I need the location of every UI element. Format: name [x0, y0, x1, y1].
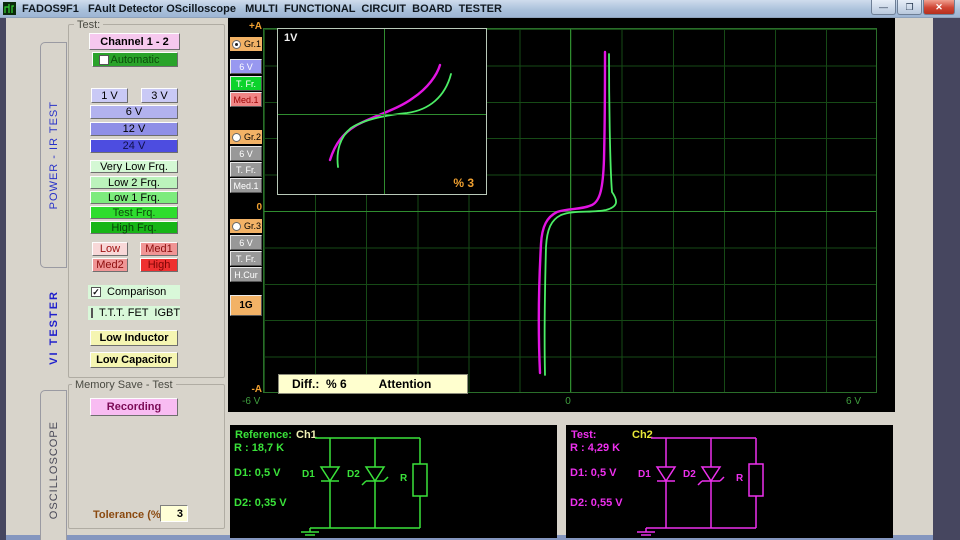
comparison-checkbox-icon[interactable]: ✓ [91, 287, 101, 297]
channel-1-2-button[interactable]: Channel 1 - 2 [89, 33, 180, 50]
tab-power-ir-test[interactable]: POWER - IR TEST [40, 42, 67, 268]
close-button[interactable]: ✕ [923, 0, 955, 15]
test-circuit-diagram [566, 425, 893, 538]
app-icon [3, 2, 16, 15]
test-circuit-panel: Test: Ch2 R : 4,29 K D1: 0,5 V D2: 0,55 … [566, 425, 893, 538]
low-capacitor-button[interactable]: Low Capacitor [90, 352, 178, 368]
group2-voltage-button[interactable]: 6 V [230, 146, 262, 161]
tolerance-label: Tolerance (%) [93, 509, 164, 521]
radio-icon [232, 40, 241, 49]
comparison-label: Comparison [107, 286, 166, 298]
current-med1-button[interactable]: Med1 [140, 242, 178, 256]
x-label-minus6v: -6 V [242, 396, 260, 407]
tolerance-input[interactable] [160, 505, 188, 522]
automatic-button[interactable]: Automatic [92, 52, 178, 67]
inset-reference-curve [338, 74, 451, 167]
scope-inset-window: 1V % 3 [277, 28, 487, 195]
x-label-6v: 6 V [846, 396, 861, 407]
ttt-label: T.T.T. FET IGBT [99, 307, 180, 319]
tab-oscilloscope[interactable]: OSCILLOSCOPE [40, 390, 67, 540]
freq-low2-button[interactable]: Low 2 Frq. [90, 176, 178, 189]
test-d2-label: D2 [683, 469, 696, 480]
current-med2-button[interactable]: Med2 [92, 258, 128, 272]
inset-curves [278, 29, 486, 194]
group3-voltage-button[interactable]: 6 V [230, 235, 262, 250]
group1-label: Gr.1 [244, 39, 261, 49]
radio-icon [232, 222, 241, 231]
voltage-12v-button[interactable]: 12 V [90, 122, 178, 136]
desktop-right-strip [933, 18, 960, 540]
group2-freq-button[interactable]: T. Fr. [230, 162, 262, 177]
group1-radio[interactable]: Gr.1 [230, 37, 262, 51]
inset-test-curve [330, 65, 440, 160]
group3-current-button[interactable]: H.Cur [230, 267, 262, 282]
minimize-button[interactable]: — [871, 0, 896, 15]
voltage-3v-button[interactable]: 3 V [141, 88, 178, 103]
scope-y-axis-line [264, 211, 876, 212]
comparison-row[interactable]: ✓ Comparison [88, 285, 180, 299]
test-groupbox-label: Test: [74, 19, 103, 31]
freq-high-button[interactable]: High Frq. [90, 221, 178, 234]
app-body: POWER - IR TEST VI TESTER OSCILLOSCOPE T… [6, 18, 933, 535]
current-low-button[interactable]: Low [92, 242, 128, 256]
freq-test-button[interactable]: Test Frq. [90, 206, 178, 219]
inset-x-axis-line [384, 29, 385, 194]
voltage-6v-button[interactable]: 6 V [90, 105, 178, 119]
freq-low1-button[interactable]: Low 1 Frq. [90, 191, 178, 204]
diff-value: Diff.: % 6 [292, 377, 347, 391]
reference-r-label: R [400, 473, 407, 484]
y-label-zero: 0 [236, 202, 262, 213]
reference-d2-label: D2 [347, 469, 360, 480]
radio-icon [232, 133, 241, 142]
diff-status: Attention [379, 377, 432, 391]
tab-oscilloscope-label: OSCILLOSCOPE [48, 421, 60, 519]
app-window: FADOS9F1 FAult Detector OScilloscope MUL… [0, 0, 960, 540]
inset-y-axis-line [278, 114, 486, 115]
test-d1-label: D1 [638, 469, 651, 480]
group2-radio[interactable]: Gr.2 [230, 130, 262, 144]
group1-voltage-button[interactable]: 6 V [230, 59, 262, 74]
low-inductor-button[interactable]: Low Inductor [90, 330, 178, 346]
tab-power-ir-test-label: POWER - IR TEST [48, 101, 60, 209]
memory-groupbox-label: Memory Save - Test [72, 379, 176, 391]
group2-current-button[interactable]: Med.1 [230, 178, 262, 193]
x-label-zero: 0 [558, 396, 578, 407]
group1-current-button[interactable]: Med.1 [230, 92, 262, 107]
voltage-1v-button[interactable]: 1 V [91, 88, 128, 103]
tab-vi-tester[interactable]: VI TESTER [40, 270, 67, 385]
tab-vi-tester-label: VI TESTER [48, 290, 60, 365]
group2-label: Gr.2 [244, 132, 261, 142]
reference-circuit-diagram [230, 425, 557, 538]
group3-label: Gr.3 [244, 221, 261, 231]
ttt-checkbox-icon[interactable] [91, 308, 93, 318]
group3-radio[interactable]: Gr.3 [230, 219, 262, 233]
maximize-button[interactable]: ❐ [897, 0, 922, 15]
group3-freq-button[interactable]: T. Fr. [230, 251, 262, 266]
inset-tolerance-label: % 3 [453, 176, 474, 190]
test-r-label: R [736, 473, 743, 484]
reference-circuit-panel: Reference: Ch1 R : 18,7 K D1: 0,5 V D2: … [230, 425, 557, 538]
automatic-label: Automatic [111, 54, 160, 66]
voltage-24v-button[interactable]: 24 V [90, 139, 178, 153]
reference-d1-label: D1 [302, 469, 315, 480]
scope-panel: 1V % 3 +A 0 -A -6 V 0 6 V Diff.: % 6 Att… [228, 18, 895, 412]
recording-button[interactable]: Recording [90, 398, 178, 416]
y-label-plus-a: +A [236, 21, 262, 32]
y-label-minus-a: -A [236, 384, 262, 395]
current-high-button[interactable]: High [140, 258, 178, 272]
inset-scale-label: 1V [284, 32, 297, 44]
diff-status-box: Diff.: % 6 Attention [278, 374, 468, 394]
title-bar: FADOS9F1 FAult Detector OScilloscope MUL… [0, 0, 960, 18]
group1-freq-button[interactable]: T. Fr. [230, 76, 262, 91]
gain-1g-button[interactable]: 1G [230, 295, 262, 316]
freq-very-low-button[interactable]: Very Low Frq. [90, 160, 178, 173]
window-title: FADOS9F1 FAult Detector OScilloscope MUL… [22, 3, 502, 15]
ttt-fet-igbt-row[interactable]: T.T.T. FET IGBT [88, 306, 180, 320]
automatic-checkbox-icon[interactable] [99, 55, 109, 65]
